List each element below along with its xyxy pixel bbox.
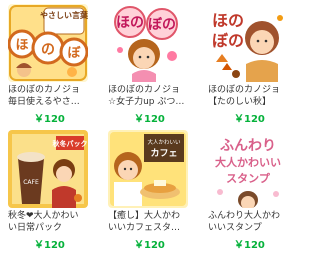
svg-text:ほの: ほの: [116, 15, 144, 31]
svg-text:ぼの: ぼの: [212, 31, 244, 50]
art-caption: 秋冬パック: [53, 139, 88, 148]
sticker-art: 秋冬パック CAFE: [8, 130, 88, 208]
sticker-title-line1[interactable]: 【癒し】大人かわ: [108, 210, 196, 222]
sticker-price: ￥120: [134, 114, 165, 125]
sticker-price: ￥120: [234, 240, 265, 251]
sticker-art: ほの ぼの: [208, 4, 288, 82]
sticker-art: 大人かわいい カフェ: [108, 130, 188, 208]
sticker-title-line1[interactable]: ほのぼのカノジョ: [8, 84, 96, 96]
sticker-card[interactable]: ほの ぼの ほのぼのカノジョ 【たのしい秋】 ￥120: [200, 2, 296, 128]
sticker-price: ￥120: [234, 114, 265, 125]
svg-text:ふんわり: ふんわり: [220, 138, 276, 154]
sticker-title-line2[interactable]: い日常パック: [8, 222, 96, 234]
sticker-card[interactable]: ほの ぼの ほのぼのカノジョ ☆女子力up ぷつ… ￥120: [100, 2, 196, 128]
sticker-card[interactable]: 秋冬パック CAFE 秋冬❤大人かわい い日常パック ￥120: [0, 128, 96, 254]
sticker-title-line1[interactable]: ほのぼのカノジョ: [108, 84, 196, 96]
sticker-thumbnail[interactable]: ほの ぼの: [208, 4, 288, 82]
sticker-card[interactable]: 大人かわいい カフェ 【癒し】大人かわ いいカフェスタ… ￥120: [100, 128, 196, 254]
sticker-title-line2[interactable]: いいカフェスタ…: [108, 222, 196, 234]
sticker-title-line2[interactable]: いいスタンプ: [208, 222, 296, 234]
sticker-title-line2[interactable]: 【たのしい秋】: [208, 96, 296, 108]
svg-text:スタンプ: スタンプ: [226, 171, 271, 185]
sticker-art: やさしい言葉 ほ の ぼ: [8, 4, 88, 82]
sticker-card[interactable]: やさしい言葉 ほ の ぼ ほのぼのカノジョ 毎日使えるやさ… ￥120: [0, 2, 96, 128]
svg-text:ほの: ほの: [212, 11, 244, 30]
sticker-price: ￥120: [34, 240, 65, 251]
sticker-thumbnail[interactable]: やさしい言葉 ほ の ぼ: [8, 4, 88, 82]
svg-text:ほ: ほ: [15, 38, 28, 53]
sticker-price: ￥120: [134, 240, 165, 251]
sticker-title-line2[interactable]: ☆女子力up ぷつ…: [108, 96, 196, 108]
svg-text:の: の: [41, 42, 55, 58]
sticker-price: ￥120: [34, 114, 65, 125]
sticker-title-line1[interactable]: ほのぼのカノジョ: [208, 84, 296, 96]
sticker-art: ふんわり 大人かわいい スタンプ: [208, 130, 288, 208]
sticker-grid: やさしい言葉 ほ の ぼ ほのぼのカノジョ 毎日使えるやさ… ￥120 ほの ぼ…: [0, 0, 300, 258]
sticker-thumbnail[interactable]: 秋冬パック CAFE: [8, 130, 88, 208]
sticker-thumbnail[interactable]: ほの ぼの: [108, 4, 188, 82]
svg-text:ぼの: ぼの: [148, 17, 176, 33]
sticker-card[interactable]: ふんわり 大人かわいい スタンプ ふんわり大人かわ いいスタンプ ￥120: [200, 128, 296, 254]
svg-text:大人かわいい: 大人かわいい: [215, 155, 281, 169]
art-small-label: CAFE: [23, 179, 39, 186]
art-caption: やさしい言葉: [40, 10, 88, 20]
svg-text:カフェ: カフェ: [150, 148, 177, 159]
sticker-title-line2[interactable]: 毎日使えるやさ…: [8, 96, 96, 108]
sticker-title-line1[interactable]: ふんわり大人かわ: [208, 210, 296, 222]
svg-text:ぼ: ぼ: [67, 46, 81, 61]
sticker-title-line1[interactable]: 秋冬❤大人かわい: [8, 210, 96, 222]
sticker-thumbnail[interactable]: ふんわり 大人かわいい スタンプ: [208, 130, 288, 208]
svg-text:大人かわいい: 大人かわいい: [147, 138, 181, 146]
sticker-art: ほの ぼの: [108, 4, 188, 82]
sticker-thumbnail[interactable]: 大人かわいい カフェ: [108, 130, 188, 208]
